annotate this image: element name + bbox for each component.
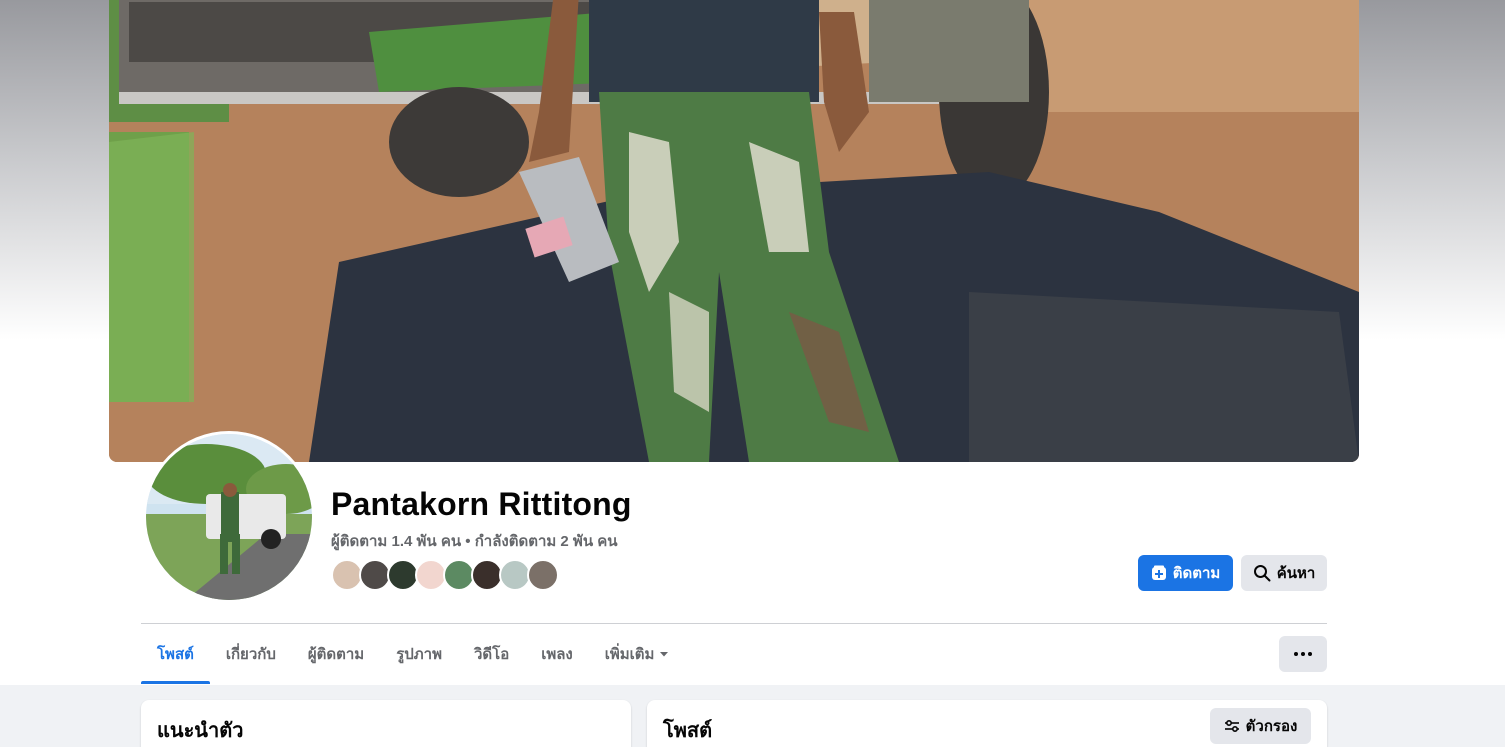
profile-tabs: โพสต์ เกี่ยวกับ ผู้ติดตาม รูปภาพ วิดีโอ … — [141, 624, 686, 684]
tab-label: รูปภาพ — [396, 646, 442, 663]
search-button[interactable]: ค้นหา — [1241, 555, 1327, 591]
follow-button[interactable]: ติดตาม — [1138, 555, 1233, 591]
follow-add-icon — [1151, 565, 1166, 580]
tab-label: โพสต์ — [157, 646, 194, 663]
search-button-label: ค้นหา — [1276, 565, 1316, 582]
dot-icon — [1308, 652, 1312, 656]
tab-videos[interactable]: วิดีโอ — [458, 624, 525, 684]
cover-photo[interactable] — [109, 0, 1359, 462]
tab-label: เพลง — [541, 646, 573, 663]
follow-button-label: ติดตาม — [1172, 565, 1221, 582]
follower-avatar[interactable] — [527, 559, 559, 591]
tab-photos[interactable]: รูปภาพ — [380, 624, 458, 684]
tab-label: วิดีโอ — [473, 646, 510, 663]
tab-label: เกี่ยวกับ — [225, 646, 276, 663]
follow-stats[interactable]: ผู้ติดตาม 1.4 พัน คน • กำลังติดตาม 2 พัน… — [331, 529, 618, 553]
tab-followers[interactable]: ผู้ติดตาม — [292, 624, 380, 684]
posts-card: โพสต์ ตัวกรอง — [647, 700, 1327, 747]
intro-card: แนะนำตัว — [141, 700, 631, 747]
search-icon — [1253, 565, 1271, 582]
intro-card-title: แนะนำตัว — [157, 720, 244, 742]
filter-sliders-icon — [1224, 719, 1239, 733]
avatar — [146, 434, 312, 600]
tab-about[interactable]: เกี่ยวกับ — [210, 624, 292, 684]
tab-music[interactable]: เพลง — [525, 624, 589, 684]
tab-label: ผู้ติดตาม — [307, 646, 365, 663]
filter-button-label: ตัวกรอง — [1245, 718, 1298, 735]
filter-button[interactable]: ตัวกรอง — [1210, 708, 1311, 744]
more-options-button[interactable] — [1279, 636, 1327, 672]
profile-picture[interactable] — [143, 431, 315, 603]
chevron-down-icon — [660, 652, 669, 657]
profile-name: Pantakorn Rittitong — [331, 486, 632, 522]
dot-icon — [1301, 652, 1305, 656]
tab-posts[interactable]: โพสต์ — [141, 624, 210, 684]
tab-label: เพิ่มเติม — [604, 646, 655, 663]
posts-card-title: โพสต์ — [663, 720, 713, 742]
tab-more[interactable]: เพิ่มเติม — [589, 624, 687, 684]
dot-icon — [1294, 652, 1298, 656]
